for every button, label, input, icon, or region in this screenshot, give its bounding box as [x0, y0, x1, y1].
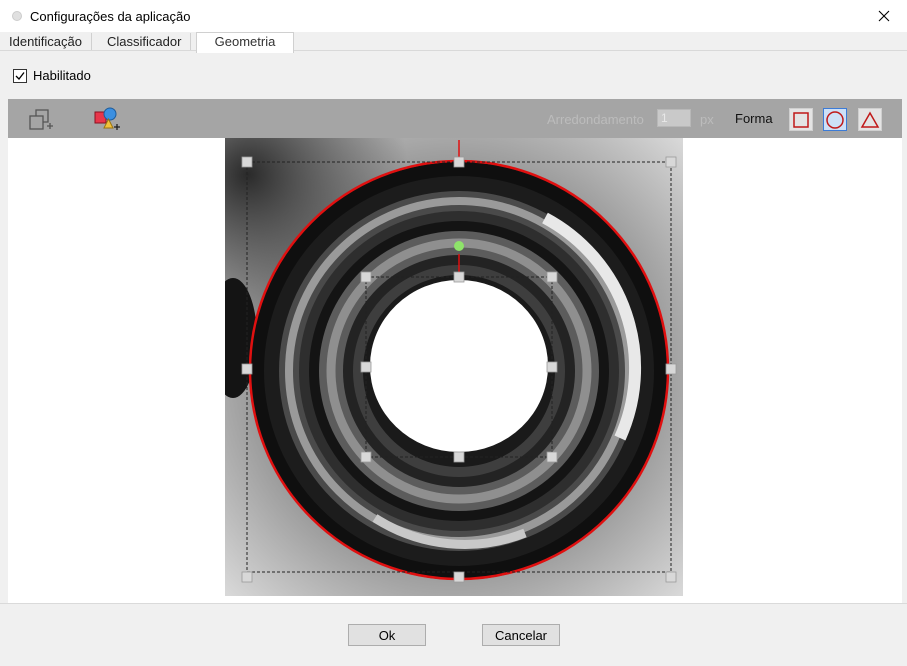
rotate-handle — [454, 241, 464, 251]
enabled-row: Habilitado — [13, 68, 91, 83]
shape-triangle-button[interactable] — [858, 108, 882, 131]
rounding-label: Arredondamento — [547, 112, 644, 127]
close-icon — [878, 10, 890, 22]
shape-label: Forma — [735, 111, 773, 126]
window-title: Configurações da aplicação — [30, 9, 191, 24]
geometry-canvas[interactable] — [8, 138, 902, 603]
rounding-input[interactable] — [657, 109, 691, 127]
tab-identificacao[interactable]: Identificação — [0, 33, 92, 51]
shape-square-button[interactable] — [789, 108, 813, 131]
title-bar: Configurações da aplicação — [0, 0, 907, 32]
enabled-label: Habilitado — [33, 68, 91, 83]
shape-circle-button[interactable] — [823, 108, 847, 131]
add-shape-button[interactable] — [28, 106, 54, 132]
app-icon — [12, 11, 22, 21]
geometry-toolbar: Arredondamento px Forma — [8, 99, 902, 138]
add-shape-icon — [29, 109, 53, 130]
tab-classificador[interactable]: Classificador — [98, 33, 192, 51]
circle-icon — [826, 110, 844, 129]
close-button[interactable] — [861, 0, 907, 32]
tab-content: Habilitado Arredondamento px Forma — [0, 51, 907, 666]
inspection-image — [225, 138, 683, 596]
triangle-icon — [860, 110, 880, 128]
enabled-checkbox[interactable] — [13, 68, 27, 83]
footer-divider — [0, 603, 907, 604]
tab-bar: Identificação Classificador Geometria — [0, 32, 907, 53]
check-icon — [15, 71, 25, 80]
tab-geometria[interactable]: Geometria — [196, 32, 294, 53]
square-icon — [793, 111, 809, 128]
add-shapes-button[interactable] — [93, 106, 120, 132]
rounding-unit: px — [700, 112, 714, 127]
add-shapes-icon — [94, 107, 120, 130]
cancel-button[interactable]: Cancelar — [482, 624, 560, 646]
ok-button[interactable]: Ok — [348, 624, 426, 646]
